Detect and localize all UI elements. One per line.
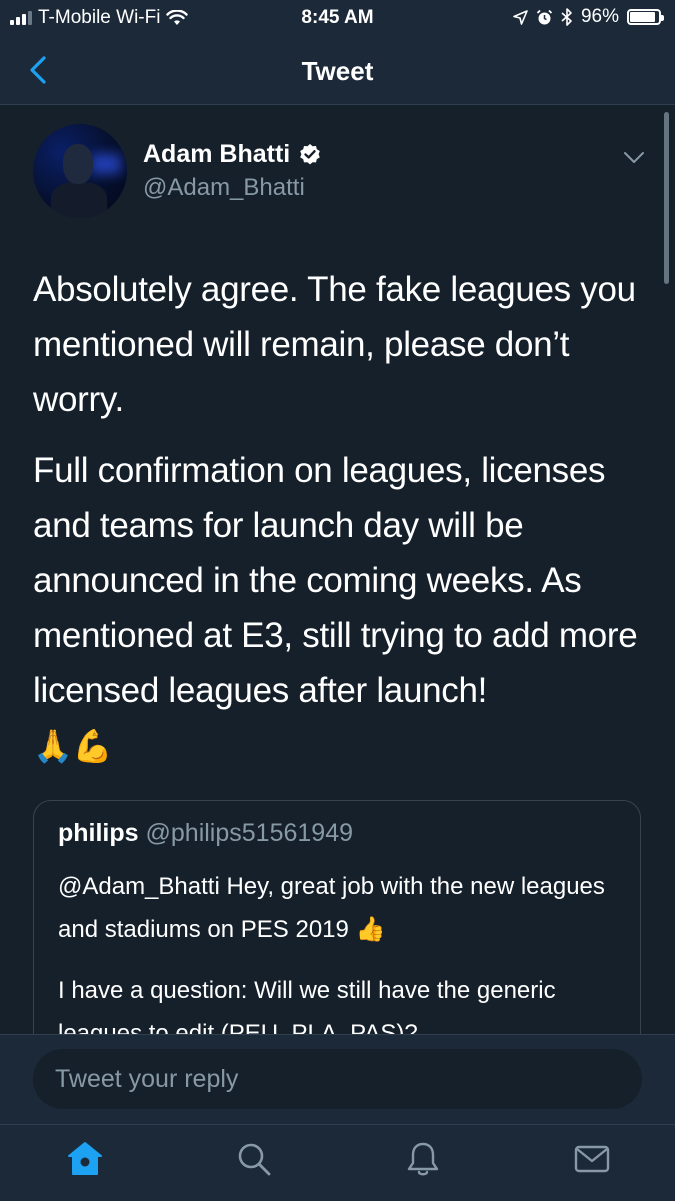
tab-bar — [0, 1124, 675, 1201]
author-name-label: Adam Bhatti — [143, 140, 291, 168]
reply-input[interactable]: Tweet your reply — [33, 1049, 642, 1109]
search-icon — [238, 1143, 271, 1176]
quoted-author-name: philips — [58, 819, 139, 847]
tweet-text-paragraph-2: Full confirmation on leagues, licenses a… — [33, 443, 643, 774]
status-bar: T-Mobile Wi-Fi 8:45 AM 96% — [0, 0, 675, 36]
tweet-text-paragraph-1: Absolutely agree. The fake leagues you m… — [33, 270, 636, 419]
battery-icon — [627, 9, 664, 25]
tab-home[interactable] — [65, 1139, 105, 1179]
location-arrow-icon — [513, 9, 528, 25]
quoted-tweet-header: philips @philips51561949 — [58, 819, 353, 848]
author-handle[interactable]: @Adam_Bhatti — [143, 174, 305, 202]
status-right: 96% — [513, 6, 664, 28]
avatar[interactable] — [33, 124, 127, 218]
battery-level — [630, 12, 655, 22]
page-title: Tweet — [301, 56, 374, 86]
navigation-bar: Tweet — [0, 36, 675, 105]
alarm-clock-icon — [536, 9, 553, 24]
tweet-emoji: 🙏💪 — [33, 728, 113, 764]
messages-envelope-icon — [574, 1145, 610, 1173]
author-name[interactable]: Adam Bhatti — [143, 140, 322, 169]
battery-percent: 96% — [580, 6, 619, 27]
verified-badge-icon — [300, 143, 321, 164]
quoted-tweet-text: @Adam_Bhatti Hey, great job with the new… — [58, 865, 628, 1055]
home-icon — [68, 1142, 102, 1175]
reply-bar: Tweet your reply — [0, 1034, 675, 1125]
quoted-tweet-card[interactable]: philips @philips51561949 @Adam_Bhatti He… — [33, 800, 641, 1060]
tab-search[interactable] — [234, 1139, 274, 1179]
bluetooth-icon — [561, 8, 572, 26]
tab-notifications[interactable] — [403, 1139, 443, 1179]
notifications-bell-icon — [407, 1142, 439, 1176]
tweet-text-2: Full confirmation on leagues, licenses a… — [33, 451, 638, 710]
quoted-author-handle: @philips51561949 — [145, 819, 353, 847]
tab-messages[interactable] — [572, 1139, 612, 1179]
scrollbar[interactable] — [664, 112, 669, 284]
chevron-down-icon[interactable] — [622, 150, 646, 166]
quoted-text-paragraph-1: @Adam_Bhatti Hey, great job with the new… — [58, 873, 605, 943]
